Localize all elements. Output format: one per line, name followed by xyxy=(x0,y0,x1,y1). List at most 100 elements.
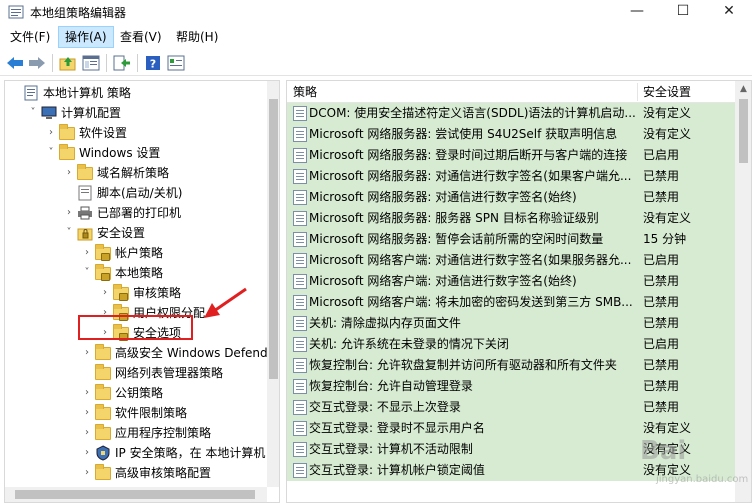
show-hide-tree-button[interactable] xyxy=(81,53,101,73)
tree-item-label: 本地计算机 策略 xyxy=(43,86,131,100)
menu-help[interactable]: 帮助(H) xyxy=(170,26,224,48)
column-security-setting[interactable]: 安全设置 xyxy=(637,81,735,103)
chevron-right-icon[interactable]: › xyxy=(81,343,93,363)
tree-item[interactable]: 网络列表管理器策略 xyxy=(5,363,267,383)
chevron-down-icon[interactable]: ˅ xyxy=(81,263,93,283)
table-row[interactable]: Microsoft 网络服务器: 服务器 SPN 目标名称验证级别 没有定义 xyxy=(287,208,735,229)
tree-item[interactable]: ˅ 本地策略 xyxy=(5,263,267,283)
menu-file[interactable]: 文件(F) xyxy=(4,26,56,48)
chevron-right-icon[interactable]: › xyxy=(99,283,111,303)
chevron-right-icon[interactable]: › xyxy=(81,403,93,423)
policy-name: Microsoft 网络服务器: 尝试使用 S4U2Self 获取声明信息 xyxy=(309,127,618,141)
list-scroll-thumb[interactable] xyxy=(739,99,748,163)
toolbar-separator xyxy=(106,54,107,72)
table-row[interactable]: 恢复控制台: 允许自动管理登录 已禁用 xyxy=(287,376,735,397)
chevron-right-icon[interactable]: › xyxy=(63,203,75,223)
policy-setting-icon xyxy=(293,400,307,415)
policy-setting-icon xyxy=(293,253,307,268)
tree-item[interactable]: › 域名解析策略 xyxy=(5,163,267,183)
table-row[interactable]: 恢复控制台: 允许软盘复制并访问所有驱动器和所有文件夹 已禁用 xyxy=(287,355,735,376)
chevron-right-icon[interactable]: › xyxy=(63,163,75,183)
tree-item-label: 网络列表管理器策略 xyxy=(115,366,224,380)
tree-item[interactable]: › 帐户策略 xyxy=(5,243,267,263)
table-row[interactable]: DCOM: 使用安全描述符定义语言(SDDL)语法的计算机启动... 没有定义 xyxy=(287,103,735,124)
security-setting-value: 没有定义 xyxy=(643,211,692,225)
minimize-button[interactable]: — xyxy=(614,0,660,24)
lock-folder-icon xyxy=(95,264,111,281)
policy-name: 恢复控制台: 允许自动管理登录 xyxy=(309,379,473,393)
tree-item[interactable]: ˅ 安全设置 xyxy=(5,223,267,243)
chevron-right-icon[interactable]: › xyxy=(81,423,93,443)
highlight-box xyxy=(78,315,193,340)
close-button[interactable]: ✕ xyxy=(706,0,752,24)
tree-vertical-scrollbar[interactable] xyxy=(267,81,279,487)
tree-item[interactable]: › 高级审核策略配置 xyxy=(5,463,267,483)
column-policy[interactable]: 策略 xyxy=(287,81,637,103)
tree-item[interactable]: › 高级安全 Windows Defende xyxy=(5,343,275,363)
tree-hscroll-thumb[interactable] xyxy=(15,490,255,499)
maximize-button[interactable]: ☐ xyxy=(660,0,706,24)
app-icon xyxy=(8,5,24,19)
menu-action[interactable]: 操作(A) xyxy=(58,26,114,48)
policy-name: Microsoft 网络服务器: 暂停会话前所需的空闲时间数量 xyxy=(309,232,604,246)
policy-setting-icon xyxy=(293,106,307,121)
table-row[interactable]: Microsoft 网络服务器: 登录时间过期后断开与客户端的连接 已启用 xyxy=(287,145,735,166)
tree-scroll-thumb[interactable] xyxy=(269,99,278,379)
watermark-subtext: jingyan.baidu.com xyxy=(656,474,749,485)
policy-name: 恢复控制台: 允许软盘复制并访问所有驱动器和所有文件夹 xyxy=(309,358,617,372)
forward-button[interactable] xyxy=(27,53,47,73)
chevron-right-icon[interactable]: › xyxy=(81,383,93,403)
tree-item[interactable]: ˅ Windows 设置 xyxy=(5,143,267,163)
menu-view[interactable]: 查看(V) xyxy=(114,26,168,48)
scroll-up-icon[interactable]: ▲ xyxy=(735,81,751,97)
policy-setting-icon xyxy=(293,211,307,226)
table-row[interactable]: Microsoft 网络客户端: 对通信进行数字签名(如果服务器允... 已启用 xyxy=(287,250,735,271)
lock-folder-icon xyxy=(95,244,111,261)
tree-item[interactable]: › 软件限制策略 xyxy=(5,403,267,423)
table-row[interactable]: Microsoft 网络服务器: 暂停会话前所需的空闲时间数量 15 分钟 xyxy=(287,229,735,250)
chevron-down-icon[interactable]: ˅ xyxy=(45,143,57,163)
table-row[interactable]: Microsoft 网络服务器: 对通信进行数字签名(始终) 已禁用 xyxy=(287,187,735,208)
security-setting-value: 已禁用 xyxy=(643,190,680,204)
policy-setting-icon xyxy=(293,148,307,163)
chevron-down-icon[interactable]: ˅ xyxy=(27,103,39,123)
chevron-right-icon[interactable]: › xyxy=(81,443,93,463)
tree-item[interactable]: ˅ 计算机配置 xyxy=(5,103,267,123)
forward-icon xyxy=(29,57,45,69)
chevron-right-icon[interactable]: › xyxy=(81,463,93,483)
back-button[interactable] xyxy=(5,53,25,73)
chevron-right-icon[interactable]: › xyxy=(45,123,57,143)
watermark-text: Bai xyxy=(640,436,687,466)
properties-button[interactable] xyxy=(166,53,186,73)
up-folder-button[interactable] xyxy=(58,53,78,73)
export-list-button[interactable] xyxy=(112,53,132,73)
tree-item[interactable]: › 应用程序控制策略 xyxy=(5,423,267,443)
policy-setting-icon xyxy=(293,442,307,457)
tree-item[interactable]: 本地计算机 策略 xyxy=(5,83,267,103)
table-row[interactable]: Microsoft 网络服务器: 对通信进行数字签名(如果客户端允... 已禁用 xyxy=(287,166,735,187)
table-row[interactable]: Microsoft 网络客户端: 将未加密的密码发送到第三方 SMB... 已禁用 xyxy=(287,292,735,313)
tree-item[interactable]: › 软件设置 xyxy=(5,123,267,143)
policy-name: Microsoft 网络客户端: 对通信进行数字签名(如果服务器允... xyxy=(309,253,632,267)
folder-icon xyxy=(59,124,75,141)
policy-name: DCOM: 使用安全描述符定义语言(SDDL)语法的计算机启动... xyxy=(309,106,636,120)
policy-name: 关机: 允许系统在未登录的情况下关闭 xyxy=(309,337,509,351)
table-row[interactable]: Microsoft 网络客户端: 对通信进行数字签名(始终) 已禁用 xyxy=(287,271,735,292)
tree-horizontal-scrollbar[interactable] xyxy=(5,487,267,502)
table-row[interactable]: Microsoft 网络服务器: 尝试使用 S4U2Self 获取声明信息 没有定… xyxy=(287,124,735,145)
chevron-right-icon[interactable]: › xyxy=(81,243,93,263)
script-icon xyxy=(77,185,93,201)
table-row[interactable]: 交互式登录: 不显示上次登录 已禁用 xyxy=(287,397,735,418)
table-row[interactable]: 关机: 清除虚拟内存页面文件 已禁用 xyxy=(287,313,735,334)
tree-item-label: 脚本(启动/关机) xyxy=(97,186,183,200)
tree-item[interactable]: › 公钥策略 xyxy=(5,383,267,403)
chevron-down-icon[interactable]: ˅ xyxy=(63,223,75,243)
folder-icon xyxy=(95,344,111,361)
tree-item[interactable]: 脚本(启动/关机) xyxy=(5,183,267,203)
help-button[interactable]: ? xyxy=(143,53,163,73)
table-row[interactable]: 关机: 允许系统在未登录的情况下关闭 已启用 xyxy=(287,334,735,355)
tree-item[interactable]: › 已部署的打印机 xyxy=(5,203,267,223)
tree-item[interactable]: › IP 安全策略，在 本地计算机 xyxy=(5,443,267,463)
policy-setting-icon xyxy=(293,379,307,394)
